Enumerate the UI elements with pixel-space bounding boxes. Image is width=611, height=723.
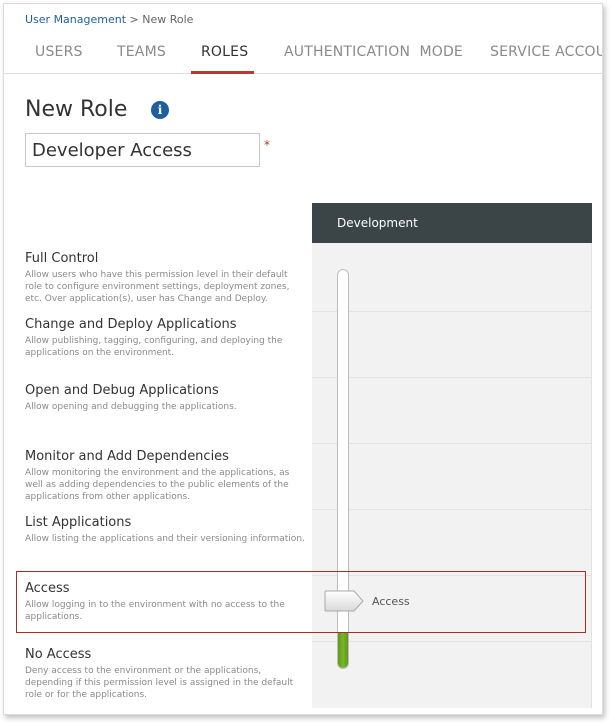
level-description: Allow listing the applications and their… xyxy=(25,534,305,544)
level-title: Open and Debug Applications xyxy=(25,383,219,398)
breadcrumb: User Management > New Role xyxy=(25,13,193,26)
tab-teams[interactable]: TEAMS xyxy=(117,44,166,60)
active-tab-indicator xyxy=(191,71,254,74)
permission-level-access: Access Allow logging in to the environme… xyxy=(25,580,305,642)
environment-column xyxy=(312,243,592,708)
permission-slider-handle[interactable] xyxy=(324,590,364,612)
breadcrumb-separator: > xyxy=(129,13,139,26)
level-title: Full Control xyxy=(25,251,99,266)
role-editor-window: User Management > New Role USERS TEAMS R… xyxy=(3,3,603,715)
level-description: Deny access to the environment or the ap… xyxy=(25,666,294,700)
level-title: No Access xyxy=(25,647,92,662)
page-title: New Role xyxy=(25,97,128,122)
role-name-input[interactable] xyxy=(25,133,260,167)
tab-users[interactable]: USERS xyxy=(35,44,83,60)
permission-level-change-deploy: Change and Deploy Applications Allow pub… xyxy=(25,316,305,378)
environment-column-header: Development xyxy=(312,203,592,243)
level-title: Change and Deploy Applications xyxy=(25,317,237,332)
tab-roles[interactable]: ROLES xyxy=(201,44,248,60)
row-divider xyxy=(312,377,592,378)
level-description: Allow users who have this permission lev… xyxy=(25,270,290,304)
permission-slider-fill xyxy=(338,632,348,668)
level-title: Monitor and Add Dependencies xyxy=(25,449,229,464)
permission-level-full-control: Full Control Allow users who have this p… xyxy=(25,250,305,312)
row-divider xyxy=(312,311,592,312)
level-title: List Applications xyxy=(25,515,132,530)
permission-level-list-applications: List Applications Allow listing the appl… xyxy=(25,514,305,576)
slider-selected-level-label: Access xyxy=(372,595,410,608)
permission-level-open-debug: Open and Debug Applications Allow openin… xyxy=(25,382,305,444)
level-description: Allow publishing, tagging, configuring, … xyxy=(25,336,283,358)
row-divider xyxy=(312,641,592,642)
row-divider xyxy=(312,443,592,444)
info-icon[interactable]: i xyxy=(151,101,169,119)
breadcrumb-current: New Role xyxy=(142,13,194,26)
level-description: Allow monitoring the environment and the… xyxy=(25,468,290,502)
permission-level-no-access: No Access Deny access to the environment… xyxy=(25,646,305,708)
level-title: Access xyxy=(25,581,70,596)
row-divider xyxy=(312,575,592,576)
permission-level-monitor-dependencies: Monitor and Add Dependencies Allow monit… xyxy=(25,448,305,510)
level-description: Allow opening and debugging the applicat… xyxy=(25,402,237,412)
breadcrumb-user-management-link[interactable]: User Management xyxy=(25,13,126,26)
tab-service-accounts[interactable]: SERVICE ACCOUNTS xyxy=(490,44,602,60)
required-indicator: * xyxy=(264,138,270,152)
tab-authentication-mode[interactable]: AUTHENTICATION MODE xyxy=(284,44,463,60)
tab-bar: USERS TEAMS ROLES AUTHENTICATION MODE SE… xyxy=(4,34,602,74)
level-description: Allow logging in to the environment with… xyxy=(25,600,285,622)
row-divider xyxy=(312,509,592,510)
